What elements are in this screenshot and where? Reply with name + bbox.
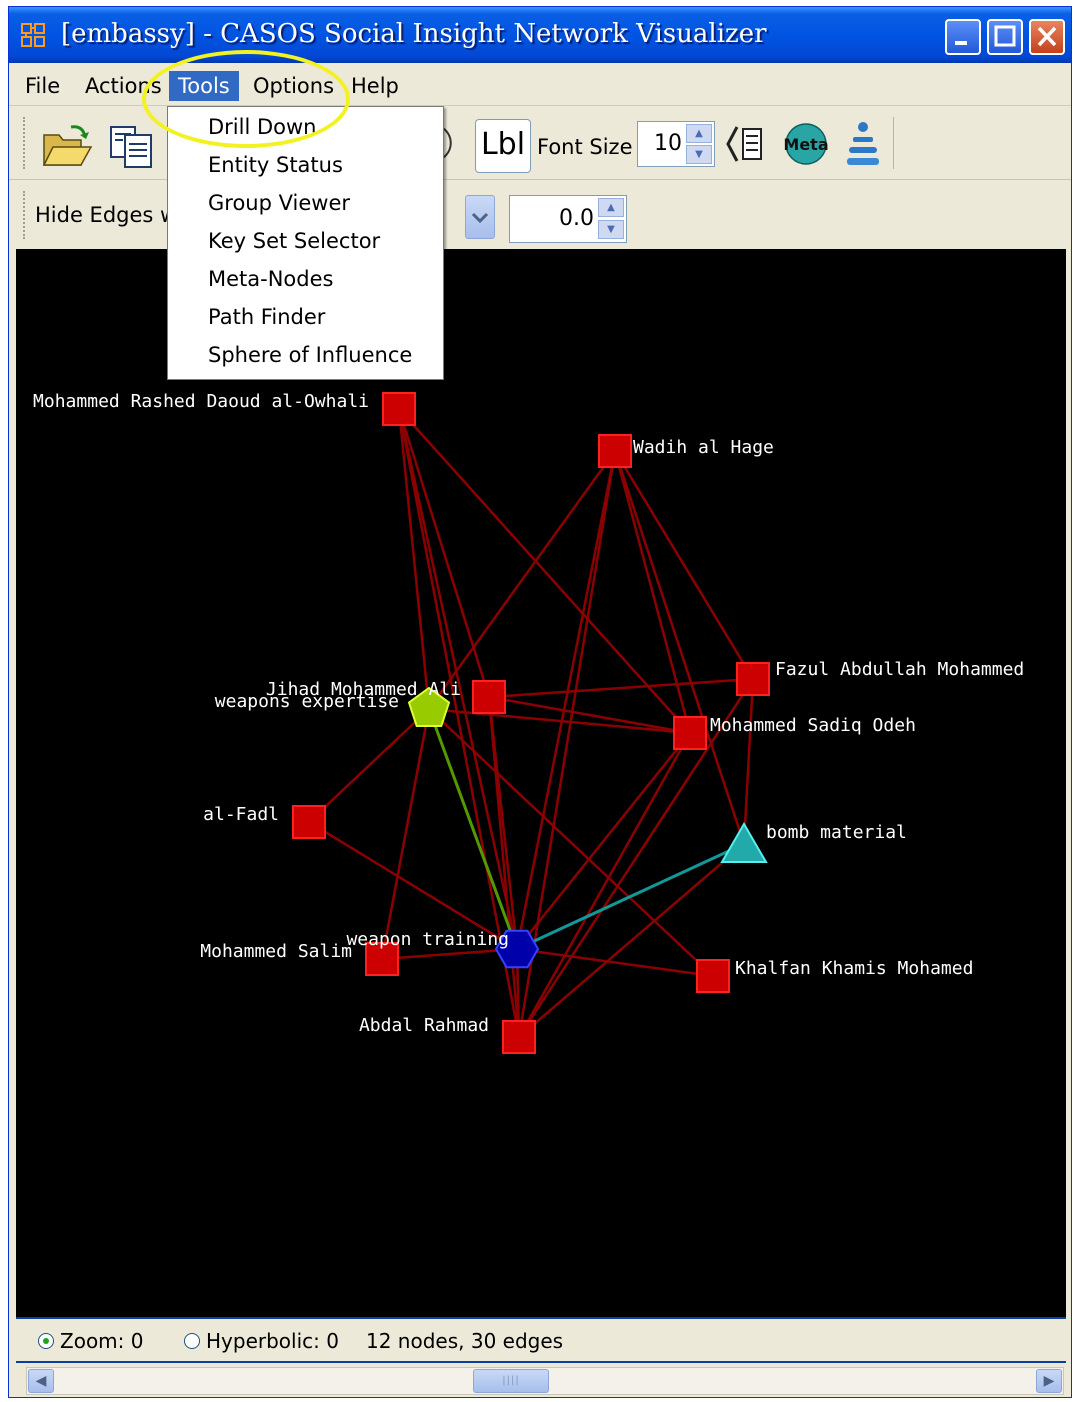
- network-canvas[interactable]: Mohammed Rashed Daoud al-Owhali Wadih al …: [16, 249, 1066, 1317]
- menu-file[interactable]: File: [21, 71, 64, 101]
- toolbar-grip[interactable]: [23, 117, 28, 169]
- toolbar-separator: [893, 117, 897, 169]
- scroll-right-button[interactable]: ▶: [1036, 1369, 1062, 1393]
- menu-actions[interactable]: Actions: [81, 71, 166, 101]
- meta-node-icon[interactable]: Meta: [783, 121, 829, 167]
- minimize-button[interactable]: [945, 19, 981, 55]
- font-size-label: Font Size: [537, 135, 633, 159]
- node-label-hage: Wadih al Hage: [633, 437, 774, 458]
- spinner-up-icon[interactable]: ▲: [686, 124, 712, 143]
- scroll-thumb[interactable]: ||||: [473, 1369, 549, 1393]
- node-hage[interactable]: [598, 434, 632, 468]
- menu-item-drill-down[interactable]: Drill Down: [208, 115, 317, 139]
- minimize-icon: [955, 41, 967, 45]
- open-folder-icon[interactable]: [41, 123, 93, 169]
- node-label-khalfan: Khalfan Khamis Mohamed: [735, 958, 973, 979]
- font-size-value: 10: [654, 131, 682, 156]
- scroll-left-button[interactable]: ◀: [28, 1369, 54, 1393]
- graph-edge: [516, 732, 691, 950]
- hierarchy-layout-icon[interactable]: [725, 121, 773, 167]
- node-label-odeh: Mohammed Sadiq Odeh: [710, 715, 916, 736]
- edge-threshold-value: 0.0: [559, 206, 594, 231]
- threshold-down-icon[interactable]: ▼: [598, 220, 624, 239]
- edge-filter-dropdown-button[interactable]: [465, 195, 495, 239]
- threshold-up-icon[interactable]: ▲: [598, 198, 624, 217]
- graph-edge: [742, 678, 755, 845]
- graph-edge: [487, 696, 521, 1038]
- node-label-rahmad: Abdal Rahmad: [359, 1015, 489, 1036]
- node-fadl[interactable]: [292, 805, 326, 839]
- menu-bar: File Actions Tools Options Help: [9, 65, 1071, 106]
- graph-edge: [515, 450, 617, 950]
- hyperbolic-radio[interactable]: [184, 1333, 200, 1349]
- menu-tools[interactable]: Tools: [169, 71, 239, 101]
- node-khalfan[interactable]: [696, 959, 730, 993]
- chevron-down-icon: [471, 212, 489, 224]
- menu-item-group-viewer[interactable]: Group Viewer: [208, 191, 350, 215]
- window-title: [embassy] - CASOS Social Insight Network…: [61, 19, 767, 49]
- app-icon: [21, 23, 45, 47]
- node-label-fadl: al-Fadl: [203, 804, 279, 825]
- node-label-weapon_training: weapon training: [346, 929, 509, 950]
- graph-edge: [427, 450, 617, 710]
- node-bomb[interactable]: [720, 822, 768, 863]
- node-jihad[interactable]: [472, 680, 506, 714]
- font-size-spinner[interactable]: 10 ▲ ▼: [637, 121, 715, 167]
- graph-edge: [613, 450, 755, 680]
- graph-edge: [488, 695, 691, 735]
- node-label-bomb: bomb material: [766, 822, 907, 843]
- node-odeh[interactable]: [673, 716, 707, 750]
- node-label-weapons_expertise: weapons expertise: [215, 691, 399, 712]
- person-layers-icon[interactable]: [845, 119, 881, 169]
- copy-icon[interactable]: [109, 125, 157, 169]
- node-fazul[interactable]: [736, 662, 770, 696]
- graph-edge: [613, 450, 746, 845]
- network-graph[interactable]: Mohammed Rashed Daoud al-Owhali Wadih al …: [16, 249, 1066, 1317]
- menu-options[interactable]: Options: [249, 71, 338, 101]
- menu-item-key-set-selector[interactable]: Key Set Selector: [208, 229, 380, 253]
- maximize-button[interactable]: [987, 19, 1023, 55]
- menu-help[interactable]: Help: [347, 71, 403, 101]
- graph-edge: [516, 842, 745, 951]
- horizontal-scrollbar[interactable]: ◀ |||| ▶: [26, 1367, 1064, 1395]
- node-rahmad[interactable]: [502, 1020, 536, 1054]
- edge-threshold-spinner[interactable]: 0.0 ▲ ▼: [509, 195, 627, 243]
- menu-item-sphere-of-influence[interactable]: Sphere of Influence: [208, 343, 412, 367]
- node-owhali[interactable]: [382, 392, 416, 426]
- node-label-salim: Mohammed Salim: [200, 941, 352, 962]
- title-bar[interactable]: [embassy] - CASOS Social Insight Network…: [9, 7, 1071, 63]
- close-button[interactable]: [1029, 19, 1065, 55]
- menu-item-entity-status[interactable]: Entity Status: [208, 153, 343, 177]
- zoom-radio[interactable]: [38, 1333, 54, 1349]
- node-label-fazul: Fazul Abdullah Mohammed: [775, 659, 1024, 680]
- graph-edge: [518, 843, 745, 1038]
- spinner-down-icon[interactable]: ▼: [686, 145, 712, 164]
- graph-summary: 12 nodes, 30 edges: [366, 1329, 564, 1353]
- tools-menu-dropdown: Drill Down Entity Status Group Viewer Ke…: [167, 106, 444, 380]
- hyperbolic-label: Hyperbolic: 0: [206, 1329, 339, 1353]
- meta-label: Meta: [783, 135, 828, 154]
- status-bar: Zoom: 0 Hyperbolic: 0 12 nodes, 30 edges: [16, 1317, 1066, 1363]
- zoom-label: Zoom: 0: [60, 1329, 144, 1353]
- menu-item-meta-nodes[interactable]: Meta-Nodes: [208, 267, 333, 291]
- hide-edges-label: Hide Edges w: [35, 203, 178, 227]
- graph-nodes: Mohammed Rashed Daoud al-Owhali Wadih al …: [33, 391, 1024, 1054]
- maximize-icon: [994, 25, 1016, 47]
- menu-item-path-finder[interactable]: Path Finder: [208, 305, 325, 329]
- toolbar2-grip[interactable]: [23, 191, 28, 239]
- node-label-owhali: Mohammed Rashed Daoud al-Owhali: [33, 391, 369, 412]
- close-icon: [1037, 26, 1057, 47]
- graph-edge: [488, 677, 754, 699]
- label-toggle-button[interactable]: Lbl: [475, 119, 531, 173]
